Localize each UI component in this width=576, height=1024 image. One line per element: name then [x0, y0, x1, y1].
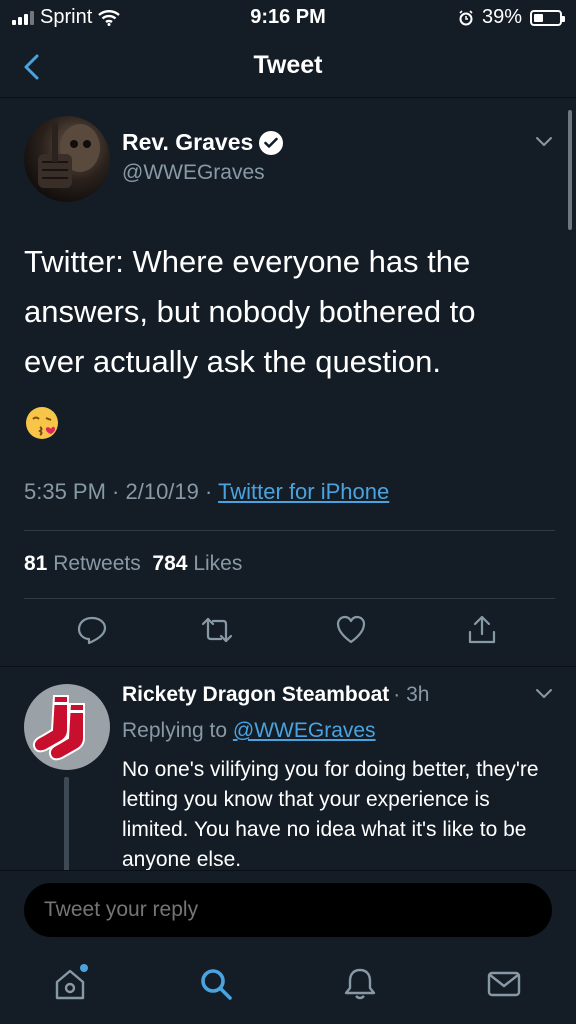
author-name-text: Rev. Graves — [122, 129, 254, 155]
author-avatar[interactable] — [24, 116, 110, 202]
like-count[interactable]: 784 — [152, 552, 187, 575]
reply-author-name[interactable]: Rickety Dragon Steamboat — [122, 683, 389, 707]
retweet-count[interactable]: 81 — [24, 552, 47, 575]
reply-avatar[interactable] — [24, 684, 110, 770]
mention-link[interactable]: @WWEGraves — [233, 719, 376, 742]
tweet-text: Twitter: Where everyone has the answers,… — [24, 244, 476, 379]
reply-input[interactable] — [24, 883, 552, 937]
tab-bar — [0, 950, 576, 1024]
kiss-emoji-icon — [26, 407, 58, 439]
scroll-indicator — [568, 110, 572, 230]
thread-line — [64, 777, 69, 870]
chevron-down-icon[interactable] — [534, 687, 554, 701]
author-name[interactable]: Rev. Graves — [122, 129, 284, 156]
battery-percent: 39% — [481, 6, 522, 28]
status-right: 39% — [458, 6, 565, 29]
tweet-meta: 5:35 PM · 2/10/19 · Twitter for iPhone — [24, 479, 389, 505]
reply-text: No one's vilifying you for doing better,… — [122, 758, 539, 870]
retweets-label[interactable]: Retweets — [53, 552, 141, 575]
page-title: Tweet — [253, 51, 323, 79]
notification-dot — [80, 964, 88, 972]
chevron-down-icon[interactable] — [534, 135, 554, 149]
divider — [24, 598, 555, 599]
reply-icon[interactable] — [76, 614, 108, 646]
reply-composer — [0, 870, 576, 950]
replying-prefix: Replying to — [122, 719, 233, 742]
retweet-icon[interactable] — [201, 614, 233, 646]
reply-timestamp: · 3h — [393, 683, 430, 706]
status-bar: Sprint 9:16 PM 39% — [0, 0, 576, 34]
reply-header: Rickety Dragon Steamboat · 3h — [122, 683, 429, 707]
divider — [24, 530, 555, 531]
verified-badge-icon — [259, 130, 284, 155]
share-icon[interactable] — [466, 614, 498, 646]
mail-icon[interactable] — [486, 966, 522, 1002]
bell-icon[interactable] — [342, 966, 378, 1002]
tweet-source-link[interactable]: Twitter for iPhone — [218, 479, 389, 504]
reply-tweet[interactable]: Rickety Dragon Steamboat · 3h Replying t… — [0, 667, 576, 870]
alarm-icon — [459, 9, 473, 25]
tweet-stats: 81 Retweets 784 Likes — [24, 552, 242, 576]
nav-bar: Tweet — [0, 34, 576, 98]
red-sox-logo-icon — [32, 695, 85, 761]
replying-to: Replying to @WWEGraves — [122, 719, 376, 743]
battery-icon — [530, 9, 565, 26]
tweet-actions — [0, 614, 576, 654]
skull-fist-icon — [38, 122, 100, 188]
heart-icon[interactable] — [335, 614, 367, 646]
tweet-timestamp: 5:35 PM · 2/10/19 · — [24, 479, 219, 504]
search-icon[interactable] — [198, 966, 234, 1002]
author-handle[interactable]: @WWEGraves — [122, 161, 265, 185]
likes-label[interactable]: Likes — [193, 552, 242, 575]
